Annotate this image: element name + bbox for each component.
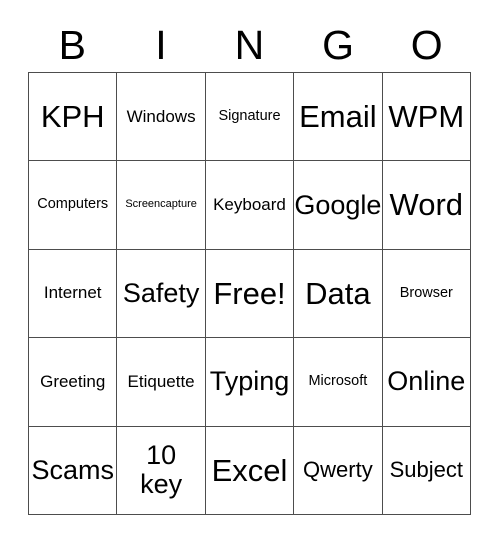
bingo-cell-r1-c3[interactable]: Signature bbox=[205, 73, 295, 162]
bingo-cell-label: Keyboard bbox=[213, 194, 286, 214]
bingo-cell-label: Typing bbox=[209, 366, 290, 397]
bingo-cell-label: Excel bbox=[211, 452, 288, 488]
bingo-cell-label: Google bbox=[294, 189, 382, 220]
bingo-header-letter-o: O bbox=[410, 21, 443, 68]
bingo-header-letter-b: B bbox=[58, 21, 86, 68]
bingo-cell-label: Greeting bbox=[40, 371, 106, 391]
bingo-cell-r3-c5[interactable]: Browser bbox=[382, 249, 471, 339]
bingo-cell-label: KPH bbox=[40, 98, 105, 134]
bingo-cell-label: Online bbox=[387, 366, 466, 397]
bingo-cell-r4-c4[interactable]: Microsoft bbox=[294, 338, 383, 427]
bingo-cell-label: Scams bbox=[31, 454, 114, 485]
bingo-cell-label: Data bbox=[305, 275, 371, 311]
bingo-cell-r4-c2[interactable]: Etiquette bbox=[117, 338, 206, 427]
bingo-cell-r3-c4[interactable]: Data bbox=[294, 249, 383, 339]
bingo-cell-label: WPM bbox=[388, 98, 465, 134]
bingo-cell-r2-c4[interactable]: Google bbox=[294, 161, 383, 250]
bingo-cell-r2-c2[interactable]: Screencapture bbox=[117, 161, 206, 250]
bingo-cell-label: Subject bbox=[389, 457, 463, 483]
bingo-header-row: BINGO bbox=[28, 18, 471, 72]
bingo-cell-r3-c2[interactable]: Safety bbox=[117, 249, 206, 339]
bingo-cell-label: Safety bbox=[122, 277, 200, 308]
bingo-header-letter-g: G bbox=[322, 21, 355, 68]
bingo-cell-label: Free! bbox=[213, 275, 286, 311]
bingo-cell-label: Signature bbox=[218, 107, 281, 124]
bingo-cell-r3-c3[interactable]: Free! bbox=[205, 249, 295, 339]
bingo-cell-label: Screencapture bbox=[125, 198, 197, 211]
bingo-cell-label: 10 key bbox=[140, 440, 183, 500]
bingo-cell-r5-c1[interactable]: Scams bbox=[29, 426, 118, 515]
bingo-cell-label: Qwerty bbox=[303, 457, 373, 483]
bingo-header-letter-n: N bbox=[234, 21, 265, 68]
bingo-cell-r5-c2[interactable]: 10 key bbox=[117, 426, 206, 515]
bingo-cell-r1-c2[interactable]: Windows bbox=[117, 73, 206, 162]
bingo-grid: KPH Windows Signature Email WPM Computers Scre… bbox=[28, 72, 471, 515]
bingo-cell-r2-c5[interactable]: Word bbox=[382, 161, 471, 250]
bingo-cell-r3-c1[interactable]: Internet bbox=[29, 249, 118, 339]
bingo-cell-label: Word bbox=[389, 187, 464, 223]
bingo-cell-r2-c3[interactable]: Keyboard bbox=[205, 161, 295, 250]
bingo-cell-r1-c5[interactable]: WPM bbox=[382, 73, 471, 162]
bingo-cell-r2-c1[interactable]: Computers bbox=[29, 161, 118, 250]
bingo-cell-label: Browser bbox=[399, 284, 453, 301]
bingo-cell-label: Microsoft bbox=[308, 373, 368, 390]
bingo-cell-r5-c3[interactable]: Excel bbox=[205, 426, 295, 515]
bingo-cell-r4-c1[interactable]: Greeting bbox=[29, 338, 118, 427]
bingo-cell-label: Email bbox=[299, 98, 377, 134]
bingo-cell-r4-c5[interactable]: Online bbox=[382, 338, 471, 427]
bingo-cell-r1-c1[interactable]: KPH bbox=[29, 73, 118, 162]
bingo-cell-label: Internet bbox=[43, 283, 102, 303]
bingo-cell-r5-c4[interactable]: Qwerty bbox=[294, 426, 383, 515]
bingo-header-letter-i: I bbox=[155, 21, 167, 68]
bingo-cell-r4-c3[interactable]: Typing bbox=[205, 338, 295, 427]
bingo-cell-label: Etiquette bbox=[127, 371, 195, 391]
bingo-cell-label: Windows bbox=[126, 106, 196, 126]
bingo-cell-r1-c4[interactable]: Email bbox=[294, 73, 383, 162]
bingo-cell-label: Computers bbox=[37, 196, 109, 213]
bingo-card: B I N G O KPH Windows Signature Email WPM Compute… bbox=[0, 0, 500, 544]
bingo-cell-r5-c5[interactable]: Subject bbox=[382, 426, 471, 515]
